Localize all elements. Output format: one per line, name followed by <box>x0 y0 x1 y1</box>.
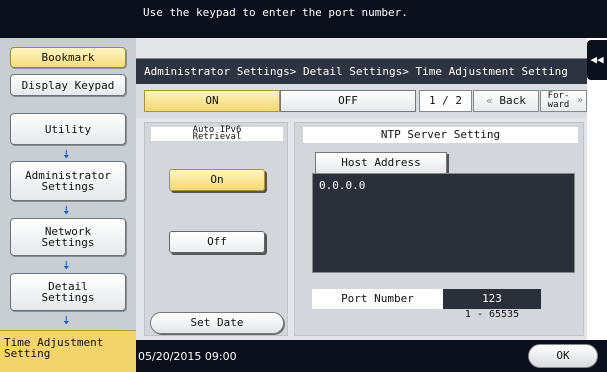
toolbar: ON OFF 1 / 2 « Back For- ward » <box>136 84 587 118</box>
back-button[interactable]: « Back <box>473 90 539 112</box>
down-arrow-icon: 🠇 <box>63 258 70 272</box>
breadcrumb-detail-settings-button[interactable]: Detail Settings <box>10 273 126 311</box>
breadcrumb-utility-button[interactable]: Utility <box>10 113 126 145</box>
main-window: Administrator Settings> Detail Settings>… <box>136 38 587 340</box>
ntp-server-panel: NTP Server Setting Host Address 0.0.0.0 … <box>294 122 584 336</box>
breadcrumb-administrator-settings-button[interactable]: Administrator Settings <box>10 161 126 201</box>
page-indicator: 1 / 2 <box>419 90 472 112</box>
back-label: Back <box>499 94 526 107</box>
auto-ipv6-label-line2: Retrieval <box>192 132 242 142</box>
host-address-field[interactable]: 0.0.0.0 <box>312 173 575 273</box>
bottom-bar: 05/20/2015 09:00 OK <box>136 340 607 372</box>
auto-ipv6-label: Auto IPv6 Retrieval <box>151 126 283 142</box>
breadcrumb-current-time-adjustment: Time Adjustment Setting <box>0 330 136 372</box>
host-address-button[interactable]: Host Address <box>315 152 447 174</box>
double-chevron-left-icon: ◀◀ <box>590 53 604 66</box>
ntp-server-title: NTP Server Setting <box>303 127 578 143</box>
admin-line2: Settings <box>41 180 95 193</box>
datetime-display: 05/20/2015 09:00 <box>138 350 237 363</box>
message-bar: Use the keypad to enter the port number. <box>136 0 607 38</box>
tab-off[interactable]: OFF <box>280 90 416 112</box>
display-keypad-button[interactable]: Display Keypad <box>10 74 126 96</box>
network-line2: Settings <box>41 236 95 249</box>
auto-ipv6-on-button[interactable]: On <box>169 169 265 191</box>
port-number-range: 1 - 65535 <box>464 309 520 320</box>
left-top-bar <box>0 0 136 38</box>
port-number-field[interactable]: 123 <box>443 289 541 309</box>
set-date-button[interactable]: Set Date <box>150 312 284 334</box>
bookmark-button[interactable]: Bookmark <box>10 47 126 68</box>
left-panel: Bookmark Display Keypad Utility 🠇 Admini… <box>0 0 136 372</box>
auto-ipv6-off-button[interactable]: Off <box>169 231 265 253</box>
tab-on[interactable]: ON <box>144 90 280 112</box>
host-address-value: 0.0.0.0 <box>319 179 366 192</box>
down-arrow-icon: 🠇 <box>63 147 70 161</box>
current-line2: Setting <box>4 347 51 360</box>
auto-ipv6-panel: Auto IPv6 Retrieval On Off <box>144 122 288 336</box>
breadcrumb-network-settings-button[interactable]: Network Settings <box>10 218 126 256</box>
window-title: Administrator Settings> Detail Settings>… <box>136 58 587 84</box>
collapse-panel-button[interactable]: ◀◀ <box>587 40 607 80</box>
detail-line2: Settings <box>41 291 95 304</box>
ok-button[interactable]: OK <box>528 344 598 368</box>
instruction-message: Use the keypad to enter the port number. <box>143 6 408 19</box>
double-chevron-left-icon: « <box>486 94 493 107</box>
forward-button[interactable]: For- ward » <box>540 90 587 112</box>
down-arrow-icon: 🠇 <box>63 313 70 327</box>
double-chevron-right-icon: » <box>576 95 583 106</box>
port-number-label: Port Number <box>312 289 443 309</box>
down-arrow-icon: 🠇 <box>63 203 70 217</box>
